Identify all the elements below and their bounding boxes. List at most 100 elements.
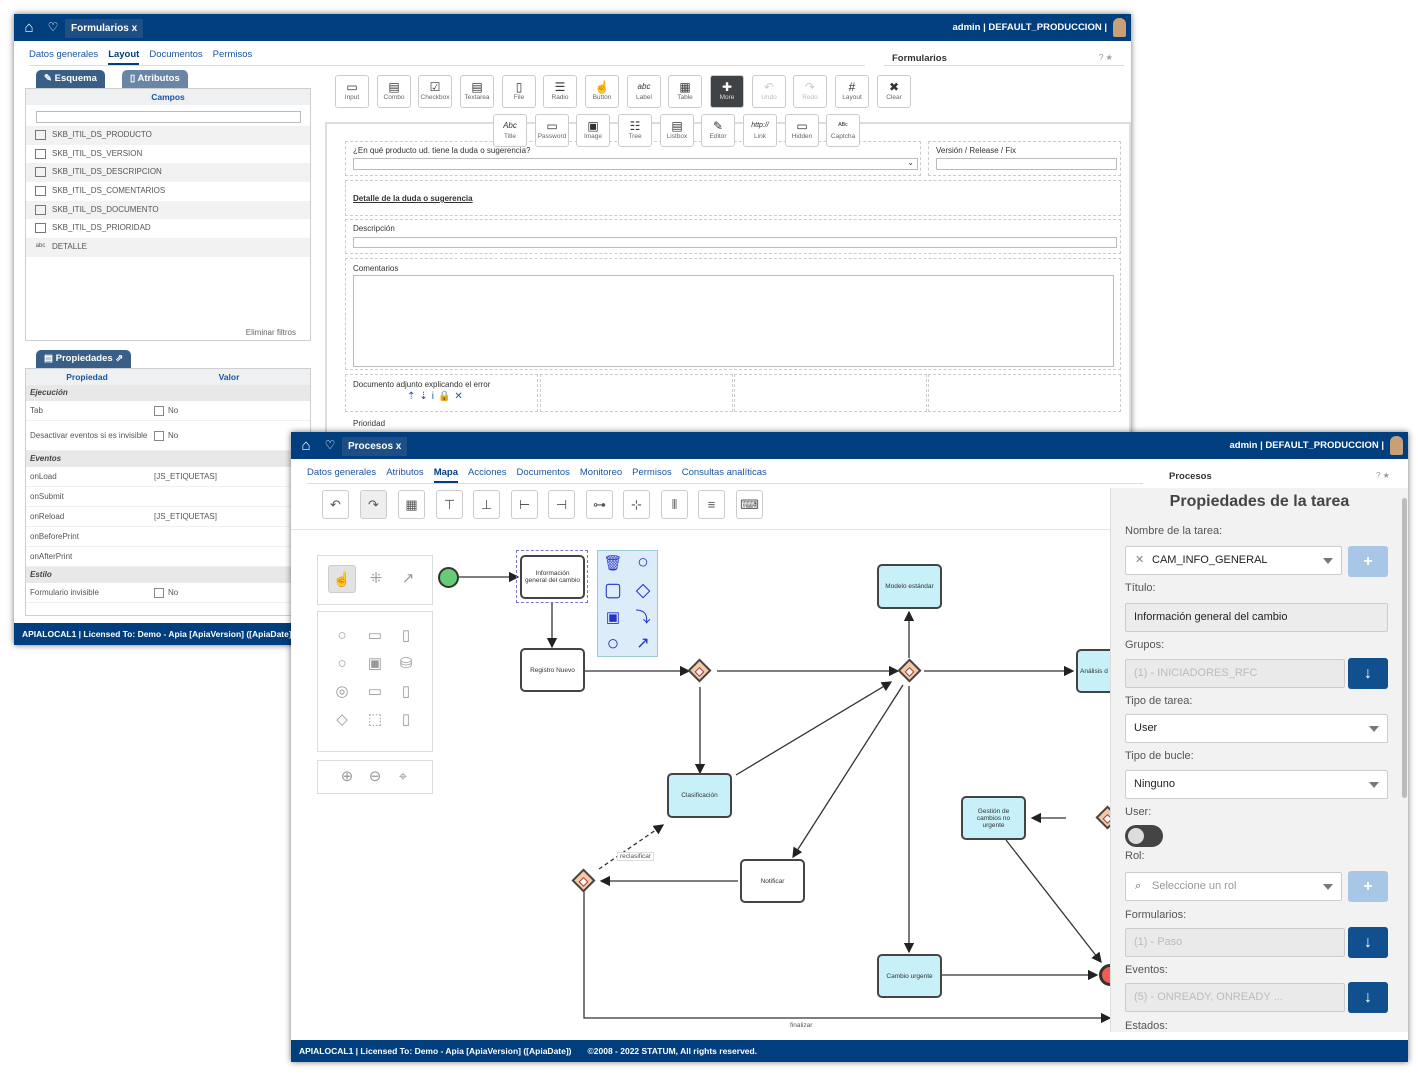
- titulo-input[interactable]: Información general del cambio: [1125, 603, 1388, 632]
- nombre-label: Nombre de la tarea:: [1125, 525, 1223, 537]
- hidden-button[interactable]: ▭ Hidden: [785, 114, 819, 147]
- nombre-select[interactable]: ✕ CAM_INFO_GENERAL: [1125, 546, 1342, 575]
- avatar[interactable]: [1390, 436, 1403, 455]
- tab-atributos[interactable]: ▯ Atributos: [122, 70, 188, 88]
- tipo-bucle-label: Tipo de bucle:: [1125, 750, 1194, 762]
- task-registro-nuevo[interactable]: Registro Nuevo: [520, 648, 585, 692]
- task-gestion-no-urgente[interactable]: Gestión de cambios no urgente: [961, 796, 1026, 840]
- descripcion-input[interactable]: [353, 237, 1117, 248]
- grupos-field[interactable]: (1) - INICIADORES_RFC: [1125, 659, 1345, 688]
- home-icon[interactable]: ⌂: [20, 19, 38, 36]
- connect-icon[interactable]: ⤵: [633, 609, 653, 627]
- list-item[interactable]: SKB_ITIL_DS_VERSION: [26, 145, 310, 164]
- append-event-icon[interactable]: ○: [633, 553, 653, 572]
- flow-gw2-to-notificar: [792, 684, 904, 859]
- list-item[interactable]: SKB_ITIL_DS_DESCRIPCION: [26, 163, 310, 183]
- formularios-field[interactable]: (1) - Paso: [1125, 928, 1345, 957]
- clear-button[interactable]: ✖ Clear: [877, 75, 911, 108]
- list-item[interactable]: SKB_ITIL_DS_DOCUMENTO: [26, 200, 310, 220]
- clear-filters-link[interactable]: Eliminar filtros: [246, 328, 296, 337]
- editor-button[interactable]: ✎ Editor: [701, 114, 735, 147]
- flow-label-finalizar: finalizar: [790, 1022, 813, 1029]
- list-item[interactable]: SKB_ITIL_DS_PRODUCTO: [26, 126, 310, 145]
- title-button[interactable]: Abc Title: [493, 114, 527, 147]
- forms-subnav: Datos generales Layout Documentos Permis…: [29, 49, 252, 65]
- group-estilo: Estilo: [26, 567, 310, 583]
- rol-select[interactable]: ⌕ Seleccione un rol: [1125, 872, 1342, 901]
- avatar[interactable]: [1113, 18, 1126, 37]
- list-item[interactable]: abc DETALLE: [26, 238, 310, 257]
- eventos-field[interactable]: (5) - ONREADY, ONREADY ...: [1125, 983, 1345, 1012]
- desactivar-checkbox[interactable]: [154, 430, 164, 441]
- button-button[interactable]: ☝ Button: [585, 75, 619, 108]
- list-item[interactable]: SKB_ITIL_DS_PRIORIDAD: [26, 219, 310, 238]
- formularios-download-button[interactable]: ↓: [1348, 927, 1388, 958]
- undo-button[interactable]: ↶ Undo: [752, 75, 786, 108]
- list-item[interactable]: SKB_ITIL_DS_COMENTARIOS: [26, 182, 310, 201]
- tab-checkbox[interactable]: [154, 405, 164, 416]
- combo-button[interactable]: ▤ Combo: [377, 75, 411, 108]
- tab-permisos[interactable]: Permisos: [213, 49, 253, 65]
- grupos-download-button[interactable]: ↓: [1348, 658, 1388, 689]
- tab-esquema[interactable]: ✎ Esquema: [36, 70, 105, 88]
- password-button[interactable]: ▭ Password: [535, 114, 569, 147]
- append-end-event-icon[interactable]: ○: [603, 633, 623, 654]
- input-button[interactable]: ▭ Input: [335, 75, 369, 108]
- task-clasificacion[interactable]: Clasificación: [667, 773, 732, 818]
- user-info[interactable]: admin | DEFAULT_PRODUCCION |: [952, 22, 1107, 33]
- panel-scrollbar[interactable]: [1402, 498, 1407, 798]
- grupos-label: Grupos:: [1125, 639, 1165, 651]
- tree-button[interactable]: ☷ Tree: [618, 114, 652, 147]
- user-info[interactable]: admin | DEFAULT_PRODUCCION |: [1229, 440, 1384, 451]
- upload-icon[interactable]: ⇡⇣i🔒✕: [407, 391, 467, 402]
- section-title: Procesos: [1169, 471, 1212, 482]
- file-button[interactable]: ▯ File: [502, 75, 536, 108]
- add-nombre-button[interactable]: +: [1348, 546, 1388, 577]
- tab-propiedades[interactable]: ▤ Propiedades ⇗: [36, 350, 132, 368]
- append-subprocess-icon[interactable]: ▣: [603, 609, 623, 627]
- image-button[interactable]: ▣ Image: [576, 114, 610, 147]
- more-button[interactable]: ✚ More: [710, 75, 744, 108]
- delete-icon[interactable]: 🗑: [603, 555, 623, 573]
- add-rol-button[interactable]: +: [1348, 871, 1388, 902]
- radio-button[interactable]: ☰ Radio: [543, 75, 577, 108]
- append-task-icon[interactable]: ▢: [603, 581, 623, 600]
- field-label-prioridad: Prioridad: [353, 419, 386, 428]
- clear-icon[interactable]: ✕: [1135, 547, 1144, 574]
- layout-button[interactable]: # Layout: [835, 75, 869, 108]
- label-button[interactable]: abc Label: [627, 75, 661, 108]
- comentarios-textarea[interactable]: [353, 275, 1114, 367]
- help-icon[interactable]: ? ★: [1099, 53, 1113, 62]
- flow-reclasificar: [598, 824, 665, 870]
- listbox-button[interactable]: ▤ Listbox: [660, 114, 694, 147]
- start-event[interactable]: [438, 567, 459, 588]
- help-icon[interactable]: ? ★: [1376, 471, 1390, 480]
- tab-documentos[interactable]: Documentos: [149, 49, 202, 65]
- task-modelo-estandar[interactable]: Modelo estándar: [877, 564, 942, 609]
- process-window: ⌂ ♡ Procesos x admin | DEFAULT_PRODUCCIO…: [291, 432, 1408, 1062]
- user-toggle[interactable]: [1125, 825, 1163, 847]
- task-info-general[interactable]: Información general del cambio: [520, 555, 585, 599]
- eventos-label: Eventos:: [1125, 964, 1168, 976]
- version-input[interactable]: [936, 158, 1117, 170]
- redo-button[interactable]: ↷ Redo: [793, 75, 827, 108]
- tab-layout[interactable]: Layout: [108, 49, 140, 65]
- tab-datos-generales[interactable]: Datos generales: [29, 49, 98, 65]
- tab-formularios[interactable]: Formularios x: [65, 19, 144, 38]
- task-cambio-urgente[interactable]: Cambio urgente: [877, 954, 942, 998]
- fields-filter-input[interactable]: [36, 111, 301, 123]
- checkbox-button[interactable]: ☑ Checkbox: [418, 75, 452, 108]
- tipo-bucle-select[interactable]: Ninguno: [1125, 770, 1388, 799]
- append-gateway-icon[interactable]: ◇: [633, 581, 653, 600]
- invisible-checkbox[interactable]: [154, 587, 164, 598]
- textarea-button[interactable]: ▤ Textarea: [460, 75, 494, 108]
- task-notificar[interactable]: Notificar: [740, 859, 805, 903]
- arrow-icon[interactable]: ↗: [633, 635, 653, 653]
- favorites-icon[interactable]: ♡: [44, 19, 62, 36]
- link-button[interactable]: http://Link: [743, 114, 777, 147]
- producto-select[interactable]: ⌄: [353, 158, 918, 170]
- tipo-tarea-select[interactable]: User: [1125, 714, 1388, 743]
- table-button[interactable]: ▦ Table: [668, 75, 702, 108]
- eventos-download-button[interactable]: ↓: [1348, 982, 1388, 1013]
- captcha-button[interactable]: ᴬᴮᶜ Captcha: [826, 114, 860, 147]
